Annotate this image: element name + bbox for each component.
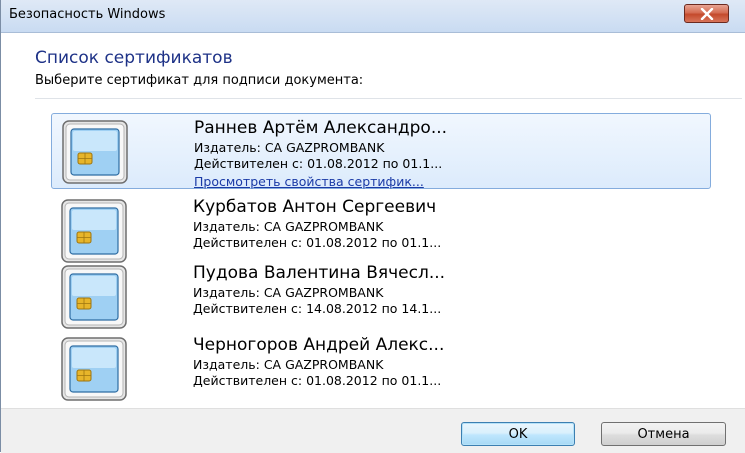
certificate-card-icon [62, 120, 128, 184]
certificate-issuer: Издатель: CA GAZPROMBANK [193, 357, 384, 372]
certificate-card-icon [61, 337, 127, 401]
certificate-issuer: Издатель: CA GAZPROMBANK [193, 285, 384, 300]
security-dialog: Безопасность Windows Список сертификатов… [0, 0, 745, 453]
certificate-validity: Действителен с: 14.08.2012 по 14.1... [193, 301, 442, 316]
certificate-issuer: Издатель: CA GAZPROMBANK [193, 219, 384, 234]
certificate-name: Пудова Валентина Вячесл... [193, 263, 446, 283]
close-button[interactable] [684, 4, 729, 23]
certificate-card-icon [61, 199, 127, 263]
dialog-instruction: Выберите сертификат для подписи документ… [35, 73, 364, 88]
certificate-card-icon [61, 265, 127, 329]
cancel-button[interactable]: Отмена [601, 422, 726, 446]
certificate-issuer: Издатель: CA GAZPROMBANK [194, 140, 385, 155]
certificate-name: Черногоров Андрей Алекс... [193, 335, 445, 355]
certificate-item-3[interactable]: Пудова Валентина Вячесл... Издатель: CA … [51, 259, 711, 335]
certificate-validity: Действителен с: 01.08.2012 по 01.1... [193, 235, 442, 250]
certificate-validity: Действителен с: 01.08.2012 по 01.1... [194, 156, 443, 171]
title-bar[interactable]: Безопасность Windows [1, 0, 745, 33]
certificate-validity: Действителен с: 01.08.2012 по 01.1... [193, 373, 442, 388]
certificate-item-2[interactable]: Курбатов Антон Сергеевич Издатель: CA GA… [51, 193, 711, 269]
certificate-item-4[interactable]: Черногоров Андрей Алекс... Издатель: CA … [51, 331, 711, 407]
ok-button[interactable]: OK [461, 422, 575, 446]
certificate-item-1[interactable]: Раннев Артём Александро... Издатель: CA … [51, 113, 711, 189]
view-certificate-properties-link[interactable]: Просмотреть свойства сертифик... [194, 174, 424, 189]
certificate-name: Раннев Артём Александро... [194, 118, 448, 138]
dialog-heading: Список сертификатов [35, 48, 233, 68]
window-title: Безопасность Windows [9, 7, 166, 22]
certificate-name: Курбатов Антон Сергеевич [193, 197, 437, 217]
divider [35, 98, 742, 99]
close-icon [700, 7, 713, 20]
